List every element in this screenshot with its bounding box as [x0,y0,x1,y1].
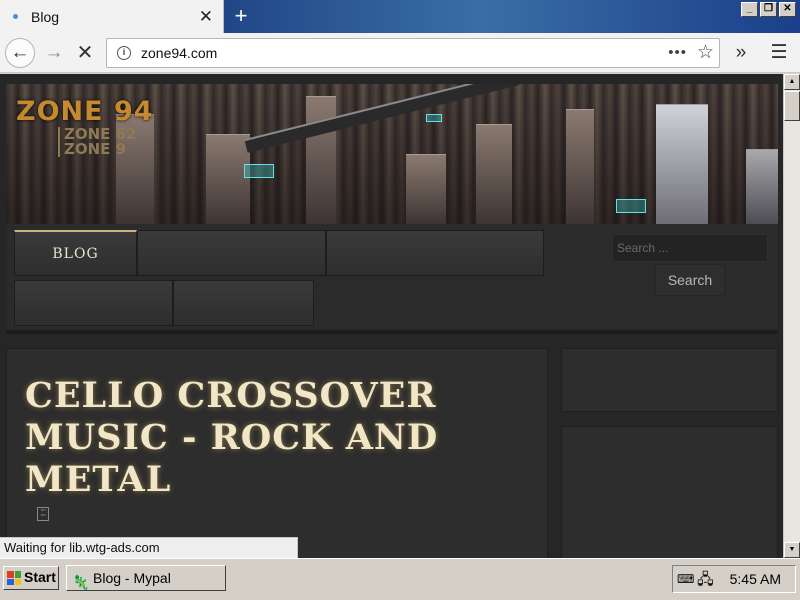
system-tray: ⌨ 🖧 5:45 AM [672,565,796,593]
nav-item-blog[interactable]: BLOG [14,230,137,276]
start-label: Start [24,569,56,585]
nav-item-4[interactable] [14,280,173,326]
search-button[interactable]: Search [655,264,725,296]
window-close-button[interactable]: ✕ [779,2,796,17]
neon-sign [426,114,442,122]
windows-logo-icon [7,571,21,585]
sidebar-widget [561,426,778,558]
tab-strip: Blog ✕ + _ ❐ ✕ [0,0,800,33]
minimize-button[interactable]: _ [741,2,758,17]
url-text[interactable]: zone94.com [141,45,217,61]
post-title[interactable]: CELLO CROSSOVER MUSIC - ROCK AND METAL [25,375,445,501]
nav-item-5[interactable] [173,280,314,326]
scroll-thumb[interactable] [784,91,800,121]
main-content-panel: CELLO CROSSOVER MUSIC - ROCK AND METAL ▫… [6,348,548,558]
scroll-up-arrow-icon[interactable]: ▲ [784,74,800,90]
logo-title: ZONE 94 [16,96,154,127]
tab-blog[interactable]: Blog ✕ [0,0,224,33]
skyline-building [746,149,778,224]
globe-dot-icon [13,14,18,19]
page-scrollbar[interactable]: ▲ ▼ [783,74,800,558]
nav-item-label: BLOG [52,246,99,262]
main-navigation: BLOG Search [6,224,778,334]
star-icon[interactable]: ☆ [697,41,714,64]
broken-image-icon: ▫▫ ▫▫ [37,507,49,521]
skyline-building [566,109,594,224]
chevron-double-right-icon[interactable]: » [727,39,755,67]
taskbar: Start 🦎 Blog - Mypal ⌨ 🖧 5:45 AM [0,558,800,600]
nav-item-2[interactable] [137,230,326,276]
neon-sign [244,164,274,178]
window-controls: _ ❐ ✕ [741,2,796,17]
status-text: Waiting for lib.wtg-ads.com [0,537,298,558]
skyline-building [206,134,250,224]
more-dots-icon[interactable]: ••• [668,44,687,61]
taskbar-item-mypal[interactable]: 🦎 Blog - Mypal [66,565,226,591]
start-button[interactable]: Start [3,566,59,590]
close-icon[interactable]: ✕ [199,7,213,27]
browser-app-icon: 🦎 [72,574,90,590]
taskbar-item-label: Blog - Mypal [93,570,171,586]
search-input[interactable] [612,234,768,262]
navigation-toolbar: ← → ✕ i zone94.com ••• ☆ » ☰ [0,33,800,73]
skyline-building [656,104,708,224]
back-button[interactable]: ← [5,38,35,68]
keyboard-icon[interactable]: ⌨ [677,572,694,586]
page-viewport: ZONE 94 ZONE 62 ZONE 9 BLOG Search CELLO… [0,74,783,558]
site-logo[interactable]: ZONE 94 ZONE 62 ZONE 9 [16,96,154,157]
scroll-down-arrow-icon[interactable]: ▼ [784,542,800,558]
clock[interactable]: 5:45 AM [730,571,781,587]
nav-item-3[interactable] [326,230,544,276]
hamburger-icon[interactable]: ☰ [765,39,793,67]
stop-button[interactable]: ✕ [71,39,99,67]
skyline-building [306,96,336,224]
info-icon[interactable]: i [117,46,131,60]
restore-button[interactable]: ❐ [760,2,777,17]
url-bar[interactable]: i zone94.com ••• ☆ [106,38,720,68]
tab-title: Blog [31,8,60,25]
site-header-banner[interactable]: ZONE 94 ZONE 62 ZONE 9 [6,84,778,224]
sidebar-widget [561,348,778,412]
logo-subtitle-2: ZONE 9 [58,142,154,157]
skyline-building [406,154,446,224]
forward-button[interactable]: → [40,39,68,67]
neon-sign [616,199,646,213]
skyline-building [476,124,512,224]
network-icon[interactable]: 🖧 [697,569,714,594]
new-tab-button[interactable]: + [230,2,252,30]
